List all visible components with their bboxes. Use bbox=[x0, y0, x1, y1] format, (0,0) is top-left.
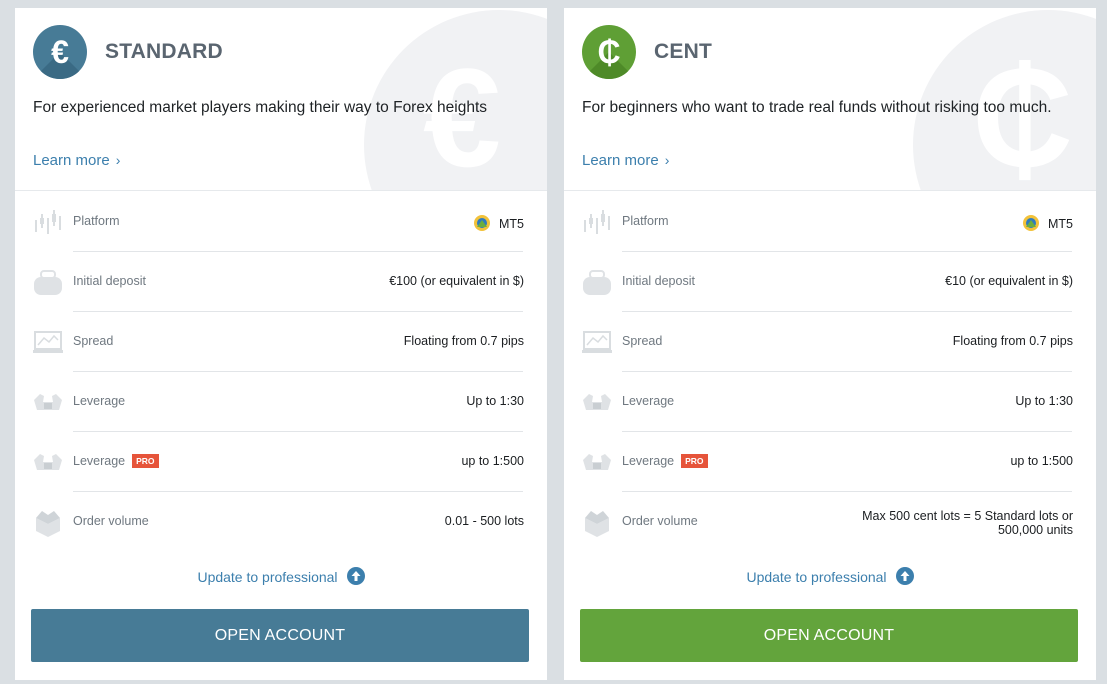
spec-row-initial-deposit: Initial deposit €100 (or equivalent in $… bbox=[15, 252, 547, 312]
box-volume-icon bbox=[36, 511, 60, 537]
spec-row-platform: Platform MT5 bbox=[564, 192, 1096, 252]
spec-row-spread: Spread Floating from 0.7 pips bbox=[15, 312, 547, 372]
wallet-icon bbox=[34, 270, 62, 295]
spec-label: Leverage bbox=[622, 394, 675, 408]
spec-value: up to 1:500 bbox=[461, 454, 524, 468]
spec-value: 0.01 - 500 lots bbox=[444, 514, 524, 528]
spec-row-leverage: Leverage Up to 1:30 bbox=[564, 372, 1096, 432]
learn-more-label: Learn more bbox=[582, 152, 659, 169]
arrow-up-icon bbox=[895, 567, 914, 585]
box-volume-icon bbox=[585, 511, 609, 537]
spec-row-leverage: Leverage Up to 1:30 bbox=[15, 372, 547, 432]
spec-label: Initial deposit bbox=[73, 274, 146, 288]
leverage-muscle-icon bbox=[34, 454, 62, 470]
spec-label: Leverage bbox=[73, 394, 126, 408]
account-card-cent: ₵ ₵ CENT For beginners who want to trade… bbox=[564, 8, 1096, 680]
mt5-icon bbox=[1023, 215, 1039, 231]
spec-label: Spread bbox=[73, 334, 114, 348]
spec-label: Spread bbox=[622, 334, 663, 348]
spec-label: Platform bbox=[73, 214, 120, 228]
spec-row-order-volume: Order volume 0.01 - 500 lots bbox=[15, 492, 547, 552]
update-to-professional-link[interactable]: Update to professional bbox=[564, 567, 1096, 585]
spec-row-platform: Platform MT5 bbox=[15, 192, 547, 252]
learn-more-link[interactable]: Learn more › bbox=[33, 152, 120, 169]
card-tagline: For beginners who want to trade real fun… bbox=[582, 99, 1052, 116]
spec-value: Up to 1:30 bbox=[1015, 394, 1073, 408]
arrow-up-icon bbox=[346, 567, 365, 585]
leverage-muscle-icon bbox=[34, 394, 62, 410]
cent-icon: ₵ bbox=[582, 25, 636, 79]
spec-row-leverage-pro: Leverage PRO up to 1:500 bbox=[564, 432, 1096, 492]
specs-list: Platform MT5 Initial deposit €10 (or equ… bbox=[564, 192, 1096, 552]
spec-value: €100 (or equivalent in $) bbox=[389, 274, 524, 288]
spread-laptop-icon bbox=[582, 331, 612, 353]
spec-label: Leverage PRO bbox=[622, 454, 708, 468]
euro-watermark-icon: € bbox=[423, 39, 501, 191]
wallet-icon bbox=[583, 270, 611, 295]
spec-value: €10 (or equivalent in $) bbox=[945, 274, 1073, 288]
spec-value: up to 1:500 bbox=[1010, 454, 1073, 468]
spec-value: Up to 1:30 bbox=[466, 394, 524, 408]
spec-value: Max 500 cent lots = 5 Standard lots or 5… bbox=[862, 509, 1073, 537]
leverage-muscle-icon bbox=[583, 454, 611, 470]
learn-more-link[interactable]: Learn more › bbox=[582, 152, 669, 169]
chevron-right-icon: › bbox=[664, 152, 670, 168]
open-account-button[interactable]: OPEN ACCOUNT bbox=[31, 609, 529, 662]
spec-row-spread: Spread Floating from 0.7 pips bbox=[564, 312, 1096, 372]
euro-icon: € bbox=[33, 25, 87, 79]
chevron-right-icon: › bbox=[115, 152, 121, 168]
spec-row-initial-deposit: Initial deposit €10 (or equivalent in $) bbox=[564, 252, 1096, 312]
leverage-muscle-icon bbox=[583, 394, 611, 410]
update-to-professional-link[interactable]: Update to professional bbox=[15, 567, 547, 585]
account-card-standard: € € STANDARD For experienced market play… bbox=[15, 8, 547, 680]
pro-badge: PRO bbox=[681, 454, 708, 468]
spec-value: Floating from 0.7 pips bbox=[403, 334, 524, 348]
mt5-icon bbox=[474, 215, 490, 231]
card-header: ₵ ₵ CENT For beginners who want to trade… bbox=[564, 8, 1096, 191]
platform-chart-icon bbox=[584, 210, 610, 234]
card-title: STANDARD bbox=[105, 40, 223, 63]
spec-row-leverage-pro: Leverage PRO up to 1:500 bbox=[15, 432, 547, 492]
card-tagline: For experienced market players making th… bbox=[33, 99, 488, 116]
spec-label: Leverage PRO bbox=[73, 454, 159, 468]
spread-laptop-icon bbox=[33, 331, 63, 353]
cent-watermark-icon: ₵ bbox=[972, 39, 1074, 191]
specs-list: Platform MT5 Initial deposit €100 (or eq… bbox=[15, 192, 547, 552]
spec-label: Platform bbox=[622, 214, 669, 228]
spec-label: Initial deposit bbox=[622, 274, 695, 288]
spec-row-order-volume: Order volume Max 500 cent lots = 5 Stand… bbox=[564, 492, 1096, 552]
learn-more-label: Learn more bbox=[33, 152, 110, 169]
platform-chart-icon bbox=[35, 210, 61, 234]
update-label: Update to professional bbox=[746, 569, 887, 585]
open-account-button[interactable]: OPEN ACCOUNT bbox=[580, 609, 1078, 662]
spec-value: MT5 bbox=[1022, 214, 1073, 232]
spec-label: Order volume bbox=[622, 514, 698, 528]
spec-label: Order volume bbox=[73, 514, 149, 528]
card-header: € € STANDARD For experienced market play… bbox=[15, 8, 547, 191]
card-title: CENT bbox=[654, 40, 712, 63]
update-label: Update to professional bbox=[197, 569, 338, 585]
pro-badge: PRO bbox=[132, 454, 159, 468]
spec-value: Floating from 0.7 pips bbox=[952, 334, 1073, 348]
spec-value: MT5 bbox=[473, 214, 524, 232]
